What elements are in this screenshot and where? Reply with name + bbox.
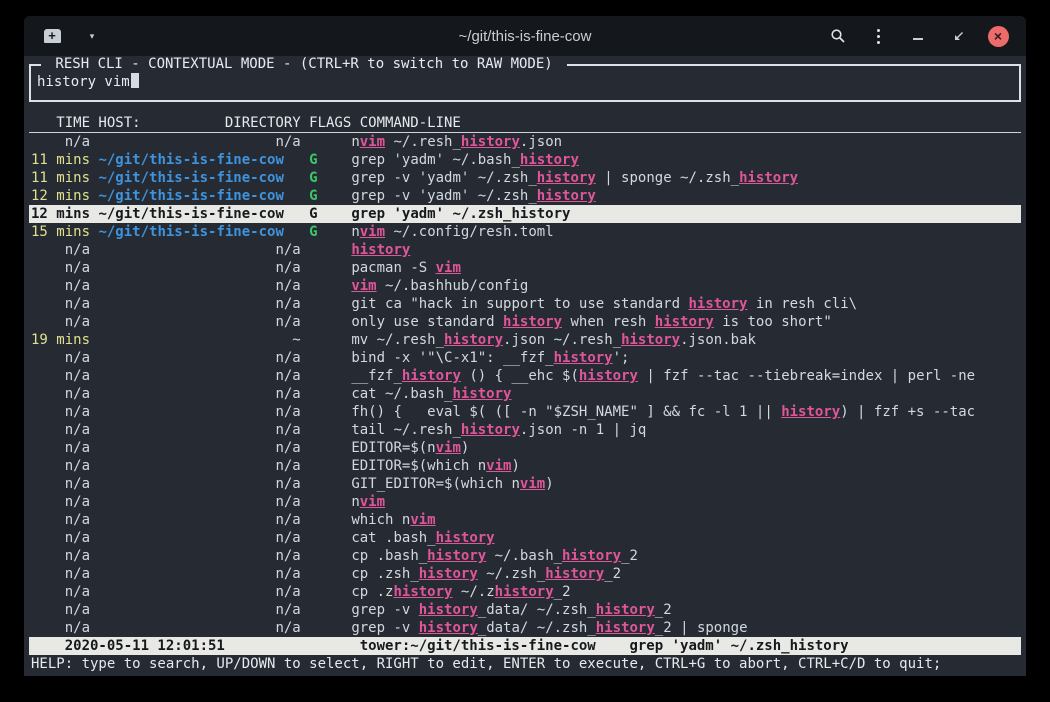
search-icon: [830, 28, 846, 44]
terminal-content: RESH CLI - CONTEXTUAL MODE - (CTRL+R to …: [24, 56, 1026, 676]
history-row[interactable]: n/a n/a grep -v history_data/ ~/.zsh_his…: [29, 601, 1021, 619]
history-row[interactable]: 19 mins ~ mv ~/.resh_history.json ~/.res…: [29, 331, 1021, 349]
help-line: HELP: type to search, UP/DOWN to select,…: [29, 655, 1021, 673]
terminal-window: + ▾ ~/git/this-is-fine-cow: [24, 16, 1026, 676]
history-row[interactable]: 12 mins ~/git/this-is-fine-cow G grep 'y…: [29, 205, 1021, 223]
history-row[interactable]: 11 mins ~/git/this-is-fine-cow G grep -v…: [29, 169, 1021, 187]
minimize-button[interactable]: [906, 24, 930, 48]
restore-icon: [952, 30, 965, 43]
history-row[interactable]: n/a n/a EDITOR=$(nvim): [29, 439, 1021, 457]
restore-button[interactable]: [946, 24, 970, 48]
titlebar-right-group: ×: [826, 24, 1010, 48]
history-row[interactable]: n/a n/a cat ~/.bash_history: [29, 385, 1021, 403]
status-bar: 2020-05-11 12:01:51 tower:~/git/this-is-…: [29, 637, 1021, 655]
new-tab-button[interactable]: +: [40, 24, 64, 48]
search-query-text: history vim: [37, 74, 130, 90]
history-row[interactable]: n/a n/a nvim: [29, 493, 1021, 511]
close-button[interactable]: ×: [986, 24, 1010, 48]
history-row[interactable]: n/a n/a pacman -S vim: [29, 259, 1021, 277]
resh-search-panel: RESH CLI - CONTEXTUAL MODE - (CTRL+R to …: [29, 64, 1021, 102]
history-row[interactable]: n/a n/a git ca "hack in support to use s…: [29, 295, 1021, 313]
history-row[interactable]: n/a n/a cp .bash_history ~/.bash_history…: [29, 547, 1021, 565]
history-row[interactable]: n/a n/a grep -v history_data/ ~/.zsh_his…: [29, 619, 1021, 637]
titlebar-left-group: + ▾: [40, 24, 104, 48]
minimize-icon: [913, 38, 923, 40]
menu-button[interactable]: [866, 24, 890, 48]
history-row[interactable]: n/a n/a which nvim: [29, 511, 1021, 529]
history-row[interactable]: n/a n/a nvim ~/.resh_history.json: [29, 133, 1021, 151]
history-row[interactable]: 12 mins ~/git/this-is-fine-cow G grep -v…: [29, 187, 1021, 205]
history-row[interactable]: n/a n/a tail ~/.resh_history.json -n 1 |…: [29, 421, 1021, 439]
menu-kebab-icon: [877, 29, 880, 44]
history-list: n/a n/a nvim ~/.resh_history.json11 mins…: [29, 133, 1021, 637]
history-row[interactable]: n/a n/a vim ~/.bashhub/config: [29, 277, 1021, 295]
history-row[interactable]: n/a n/a GIT_EDITOR=$(which nvim): [29, 475, 1021, 493]
tab-dropdown-caret-icon: ▾: [90, 31, 95, 42]
history-row[interactable]: 15 mins ~/git/this-is-fine-cow G nvim ~/…: [29, 223, 1021, 241]
history-row[interactable]: n/a n/a history: [29, 241, 1021, 259]
close-icon: ×: [988, 26, 1009, 47]
history-row[interactable]: n/a n/a cp .zsh_history ~/.zsh_history_2: [29, 565, 1021, 583]
text-cursor: [131, 73, 139, 88]
table-header: TIME HOST: DIRECTORY FLAGS COMMAND-LINE: [29, 114, 1021, 133]
history-row[interactable]: 11 mins ~/git/this-is-fine-cow G grep 'y…: [29, 151, 1021, 169]
history-row[interactable]: n/a n/a fh() { eval $( ([ -n "$ZSH_NAME"…: [29, 403, 1021, 421]
history-row[interactable]: n/a n/a EDITOR=$(which nvim): [29, 457, 1021, 475]
new-tab-icon: +: [44, 29, 61, 43]
tab-dropdown-button[interactable]: ▾: [80, 24, 104, 48]
title-bar: + ▾ ~/git/this-is-fine-cow: [24, 16, 1026, 56]
history-row[interactable]: n/a n/a cp .zhistory ~/.zhistory_2: [29, 583, 1021, 601]
panel-title: RESH CLI - CONTEXTUAL MODE - (CTRL+R to …: [41, 56, 567, 73]
history-row[interactable]: n/a n/a bind -x '"\C-x1": __fzf_history'…: [29, 349, 1021, 367]
search-button[interactable]: [826, 24, 850, 48]
history-row[interactable]: n/a n/a cat .bash_history: [29, 529, 1021, 547]
history-row[interactable]: n/a n/a only use standard history when r…: [29, 313, 1021, 331]
history-row[interactable]: n/a n/a __fzf_history () { __ehc $(histo…: [29, 367, 1021, 385]
